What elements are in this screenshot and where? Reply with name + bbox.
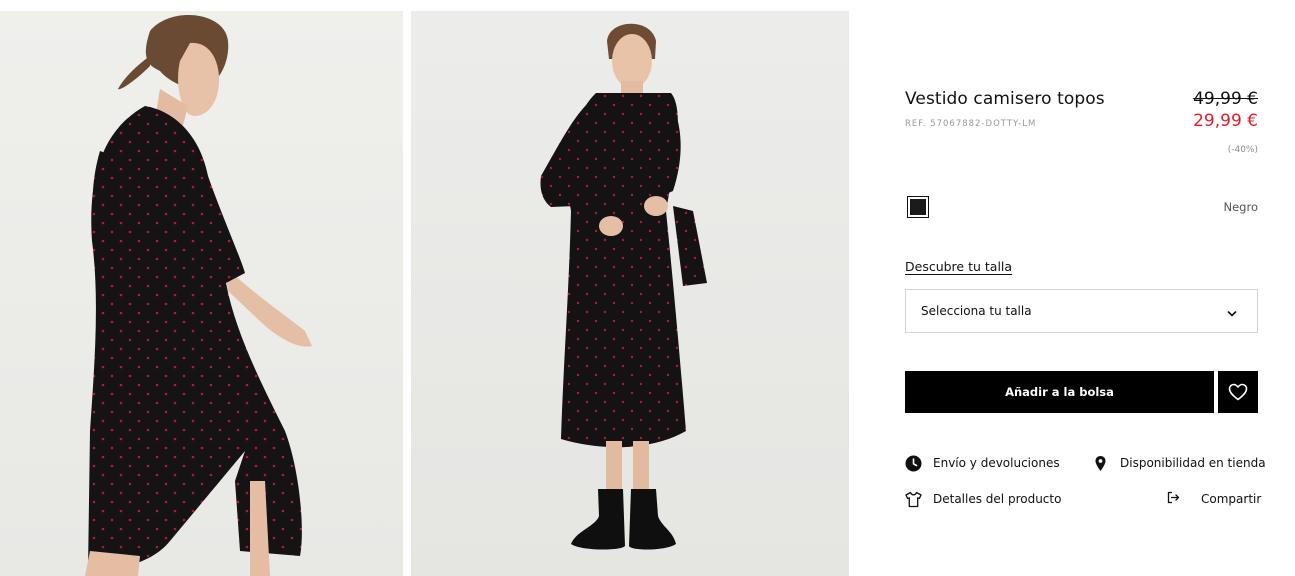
model-side-illustration — [85, 14, 312, 576]
product-info-panel: Vestido camisero topos REF. 57067882-DOT… — [905, 0, 1266, 576]
product-page: Vestido camisero topos REF. 57067882-DOT… — [0, 0, 1295, 576]
discount-badge: (-40%) — [1227, 145, 1258, 155]
product-reference: REF. 57067882-DOTTY-LM — [905, 119, 1037, 129]
shipping-returns-link[interactable]: Envío y devoluciones — [905, 454, 1060, 472]
selected-color-name: Negro — [1223, 200, 1259, 214]
store-availability-label: Disponibilidad en tienda — [1120, 456, 1266, 470]
chevron-down-icon — [1226, 305, 1238, 317]
product-photo-side-view[interactable] — [0, 11, 403, 576]
share-label: Compartir — [1201, 492, 1262, 506]
shirt-icon — [905, 491, 922, 508]
wishlist-button[interactable] — [1218, 371, 1258, 413]
shipping-returns-label: Envío y devoluciones — [933, 456, 1060, 470]
share-icon — [1167, 491, 1184, 508]
store-availability-link[interactable]: Disponibilidad en tienda — [1092, 454, 1266, 472]
size-guide-link[interactable]: Descubre tu talla — [905, 259, 1012, 274]
heart-icon — [1228, 383, 1248, 401]
model-front-illustration — [540, 23, 707, 550]
size-select-placeholder: Selecciona tu talla — [921, 304, 1032, 318]
share-link[interactable]: Compartir — [1167, 490, 1261, 508]
clock-icon — [905, 455, 922, 472]
sale-price: 29,99 € — [1193, 111, 1258, 131]
original-price: 49,99 € — [1193, 89, 1258, 109]
product-details-label: Detalles del producto — [933, 492, 1062, 506]
product-title: Vestido camisero topos — [905, 89, 1105, 109]
size-select[interactable]: Selecciona tu talla — [905, 289, 1258, 333]
add-to-bag-button[interactable]: Añadir a la bolsa — [905, 371, 1214, 413]
product-photo-front-view[interactable] — [411, 11, 849, 576]
color-swatch-negro[interactable] — [907, 196, 929, 218]
color-swatch-fill — [910, 199, 926, 215]
location-pin-icon — [1092, 455, 1109, 472]
product-details-link[interactable]: Detalles del producto — [905, 490, 1061, 508]
